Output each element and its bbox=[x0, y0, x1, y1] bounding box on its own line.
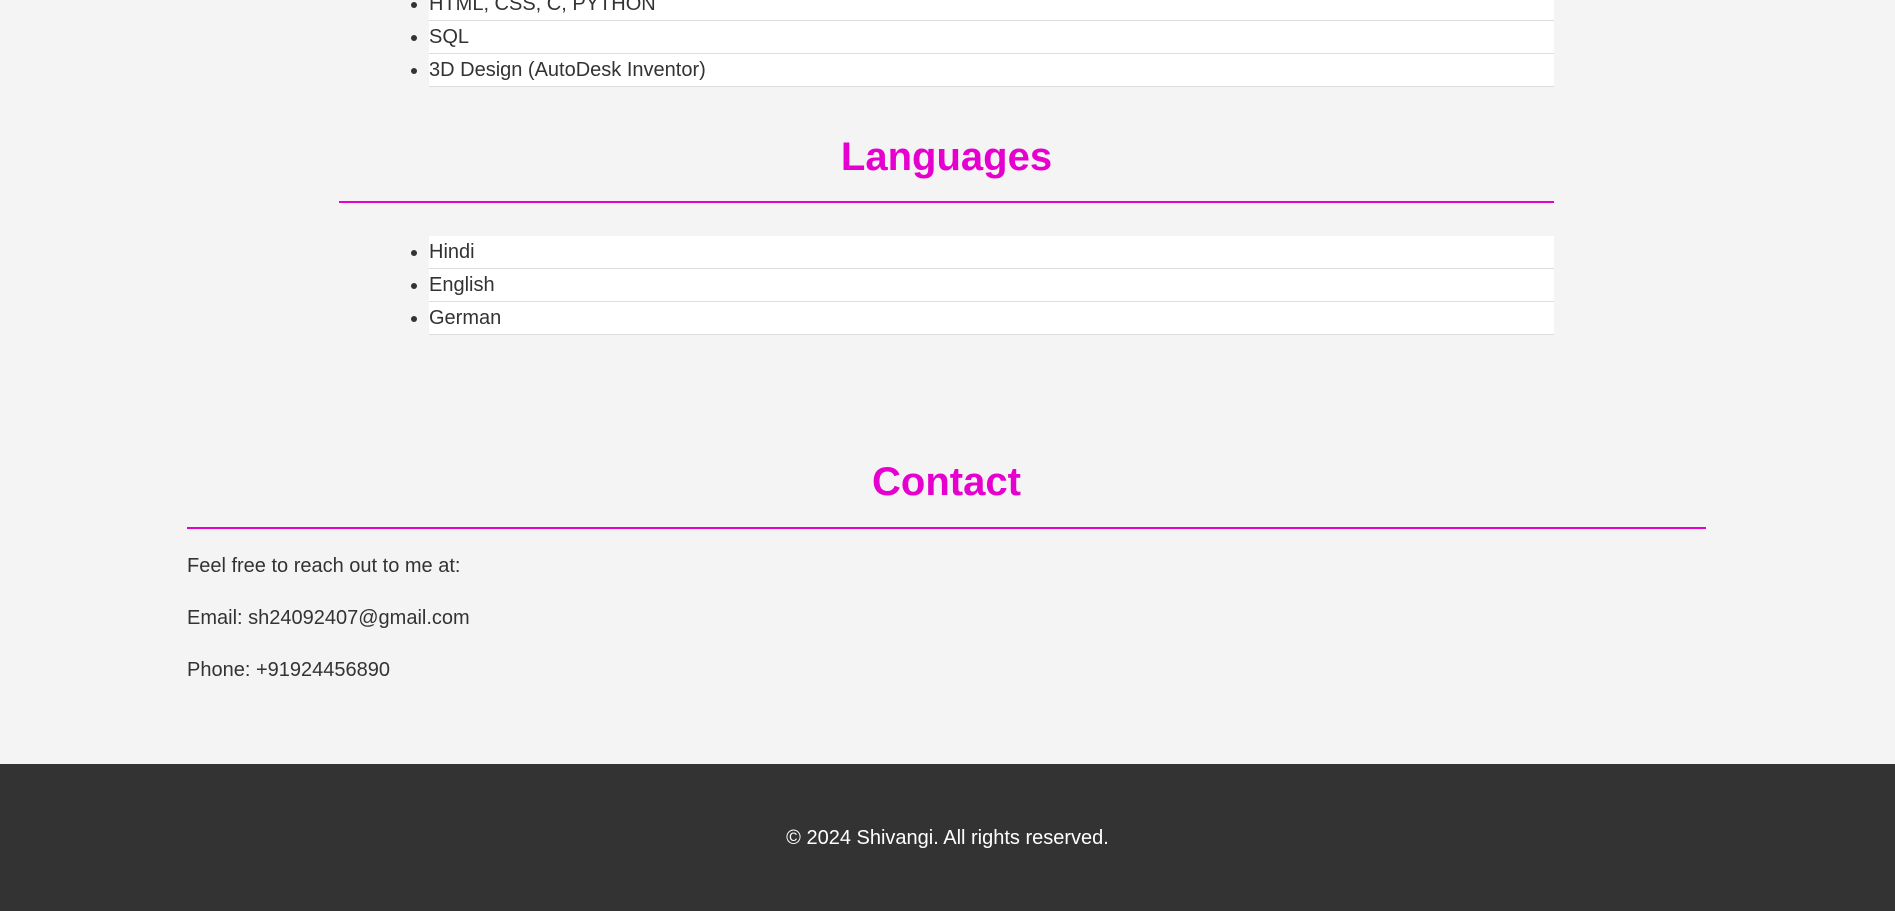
contact-phone: Phone: +91924456890 bbox=[187, 659, 390, 681]
languages-list: Hindi English German bbox=[339, 236, 1554, 335]
contact-heading: Contact bbox=[872, 460, 1021, 504]
footer-copyright: © 2024 Shivangi. All rights reserved. bbox=[786, 827, 1109, 849]
skills-list: HTML, CSS, C, PYTHON SQL 3D Design (Auto… bbox=[339, 0, 1554, 87]
list-item: English bbox=[429, 269, 1554, 302]
list-item: 3D Design (AutoDesk Inventor) bbox=[429, 54, 1554, 87]
skills-items: HTML, CSS, C, PYTHON SQL 3D Design (Auto… bbox=[389, 0, 1554, 87]
list-item: SQL bbox=[429, 21, 1554, 54]
contact-intro-text: Feel free to reach out to me at: bbox=[187, 555, 461, 577]
languages-items: Hindi English German bbox=[389, 236, 1554, 335]
list-item: HTML, CSS, C, PYTHON bbox=[429, 0, 1554, 21]
contact-email: Email: sh24092407@gmail.com bbox=[187, 607, 470, 629]
list-item: Hindi bbox=[429, 236, 1554, 269]
page: HTML, CSS, C, PYTHON SQL 3D Design (Auto… bbox=[0, 0, 1895, 911]
languages-heading: Languages bbox=[840, 135, 1053, 179]
languages-divider bbox=[339, 201, 1554, 203]
list-item: German bbox=[429, 302, 1554, 335]
contact-divider bbox=[187, 527, 1706, 529]
